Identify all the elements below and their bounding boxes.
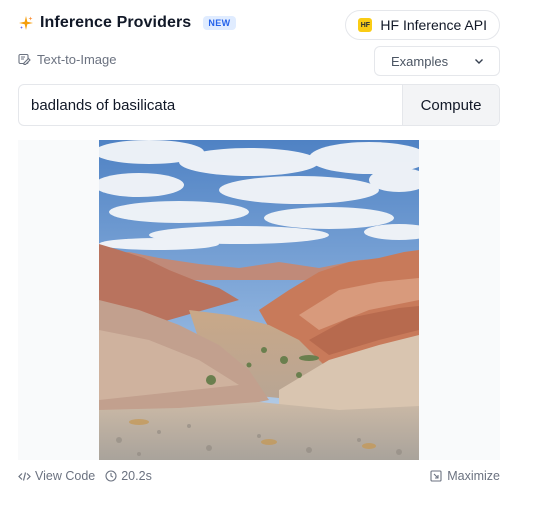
chevron-down-icon bbox=[473, 55, 485, 67]
footer-left: View Code 20.2s bbox=[18, 469, 152, 483]
widget-title: Inference Providers bbox=[40, 14, 192, 31]
task-label-group: Text-to-Image bbox=[18, 52, 116, 67]
clock-icon bbox=[105, 470, 117, 482]
task-label: Text-to-Image bbox=[37, 52, 117, 67]
text-to-image-icon bbox=[18, 53, 31, 66]
examples-label: Examples bbox=[391, 53, 449, 69]
maximize-button[interactable]: Maximize bbox=[430, 469, 500, 483]
new-badge: NEW bbox=[203, 16, 236, 30]
title-group: Inference Providers NEW bbox=[18, 14, 236, 32]
duration-info: 20.2s bbox=[105, 469, 152, 483]
provider-label: HF Inference API bbox=[380, 17, 487, 33]
examples-dropdown[interactable]: Examples bbox=[374, 46, 500, 76]
prompt-input-group: badlands of basilicata Compute bbox=[18, 84, 500, 126]
compute-button[interactable]: Compute bbox=[402, 85, 499, 125]
hf-logo-icon: HF bbox=[358, 18, 373, 32]
duration-value: 20.2s bbox=[121, 469, 152, 483]
sparkle-icon bbox=[18, 15, 34, 31]
widget-footer: View Code 20.2s Maximize bbox=[18, 469, 500, 487]
view-code-label: View Code bbox=[35, 469, 96, 483]
maximize-label: Maximize bbox=[447, 469, 500, 483]
code-icon bbox=[18, 470, 31, 483]
maximize-icon bbox=[430, 470, 442, 482]
output-panel bbox=[18, 140, 500, 460]
prompt-input[interactable]: badlands of basilicata bbox=[19, 85, 402, 125]
generated-image bbox=[99, 140, 419, 460]
widget-header: Inference Providers NEW HF HF Inference … bbox=[18, 10, 500, 40]
provider-selector-button[interactable]: HF HF Inference API bbox=[345, 10, 500, 40]
view-code-link[interactable]: View Code bbox=[18, 469, 95, 483]
task-row: Text-to-Image Examples bbox=[18, 46, 500, 76]
